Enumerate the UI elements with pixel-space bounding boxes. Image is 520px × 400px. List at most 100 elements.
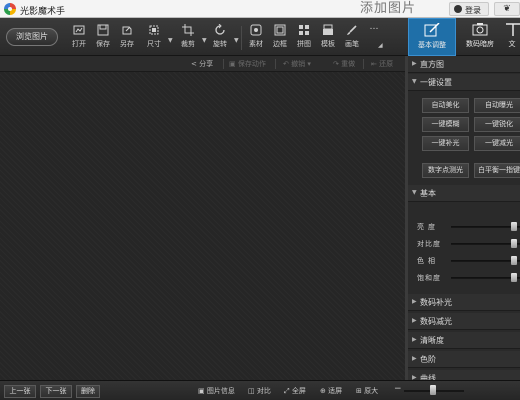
rotate-icon [215,24,225,35]
section-digital-reduce-light[interactable]: ▶ 数码减光 [408,313,520,330]
save-as-button[interactable]: 另存 [115,24,139,54]
resize-button[interactable]: 尺寸 [142,24,166,54]
share-button[interactable]: < 分享 [191,59,213,69]
digital-spot-metering-button[interactable]: 数字点测光 [422,163,469,178]
slider-thumb[interactable] [511,239,518,248]
original-size-button[interactable]: ⊞ 原大 [356,386,378,396]
compare-button[interactable]: ◫ 对比 [248,386,271,396]
hue-slider[interactable]: 色相 [408,254,520,268]
auto-beautify-button[interactable]: 自动美化 [422,98,469,113]
zoom-slider-thumb[interactable] [429,385,436,395]
rotate-button[interactable]: 旋转 [208,24,232,54]
border-button[interactable]: 边框 [268,24,292,54]
template-button[interactable]: 模板 [316,24,340,54]
original-size-icon: ⊞ [356,387,362,395]
fullscreen-button[interactable]: ⤢ 全屏 [284,386,306,396]
zoom-out-button[interactable]: − [394,384,402,394]
save-button[interactable]: 保存 [91,24,115,54]
tool-label: 素材 [249,40,263,48]
fit-label: 适屏 [328,387,343,395]
one-click-blur-button[interactable]: 一键模糊 [422,117,469,132]
undo-dropdown-caret[interactable]: ▾ [307,60,311,68]
next-image-button[interactable]: 下一张 [40,385,72,398]
section-curves[interactable]: ▶ 曲线 [408,370,520,380]
delete-image-button[interactable]: 删除 [76,385,100,398]
collage-icon [299,25,309,35]
compare-icon: ◫ [248,387,255,395]
tool-label: 画笔 [345,40,359,48]
slider-thumb[interactable] [511,256,518,265]
brush-icon [347,25,357,35]
section-basic[interactable]: ▼ 基本 [408,185,520,202]
fit-icon: ⊕ [320,387,326,395]
adjust-panel: ▶ 直方图 ▼ 一键设置 自动美化 自动曝光 一键模糊 一键锐化 一键补光 一键… [408,56,520,380]
tab-text[interactable]: 文 [504,18,520,56]
open-icon [73,25,85,35]
tab-label: 基本调整 [418,41,446,49]
text-icon [506,23,520,36]
collage-button[interactable]: 拼图 [292,24,316,54]
resize-dropdown-caret[interactable]: ▼ [168,37,173,44]
undo-button[interactable]: ↶ 撤销 ▾ [283,59,311,69]
toolbar-divider [241,26,242,50]
slider-track[interactable] [451,226,520,228]
image-info-button[interactable]: ▣ 图片信息 [198,386,235,396]
undo-icon: ↶ [283,60,289,68]
section-histogram[interactable]: ▶ 直方图 [408,56,520,73]
brightness-slider[interactable]: 亮度 [408,220,520,234]
skin-button[interactable]: ❦ [494,2,520,16]
tab-digital-darkroom[interactable]: 数码暗房 [456,18,504,56]
material-icon [250,24,262,36]
section-digital-fill-light[interactable]: ▶ 数码补光 [408,294,520,311]
browse-images-button[interactable]: 浏览图片 [6,28,58,46]
reset-label: 还原 [379,60,394,68]
slider-thumb[interactable] [511,222,518,231]
action-divider [223,59,224,69]
slider-track[interactable] [451,260,520,262]
section-levels[interactable]: ▶ 色阶 [408,351,520,368]
fit-screen-button[interactable]: ⊕ 适屏 [320,386,342,396]
tool-label: 模板 [321,40,335,48]
info-icon: ▣ [198,387,205,395]
reset-button[interactable]: ⇤ 还原 [371,59,393,69]
one-click-reduce-light-button[interactable]: 一键减光 [474,136,520,151]
section-label: 清晰度 [420,336,444,345]
one-click-sharpen-button[interactable]: 一键锐化 [474,117,520,132]
tab-basic-adjust[interactable]: 基本调整 [408,18,456,56]
redo-label: 重做 [341,60,356,68]
rotate-dropdown-caret[interactable]: ▼ [234,37,239,44]
one-click-fill-light-button[interactable]: 一键补光 [422,136,469,151]
saturation-slider[interactable]: 饱和度 [408,271,520,285]
save-action-button[interactable]: ▣ 保存动作 [229,59,266,69]
slider-track[interactable] [451,277,520,279]
slider-label: 色相 [417,257,439,265]
image-canvas[interactable] [0,72,405,380]
background-window-text: 添加图片 [360,1,417,16]
more-dropdown-caret[interactable]: ◢ [378,42,383,49]
section-one-click[interactable]: ▼ 一键设置 [408,74,520,91]
slider-thumb[interactable] [511,273,518,282]
redo-button[interactable]: ↷ 重做 [333,59,355,69]
crop-dropdown-caret[interactable]: ▼ [202,37,207,44]
app-logo-icon [4,3,16,15]
login-button[interactable]: 登录 [449,2,489,16]
prev-image-button[interactable]: 上一张 [4,385,36,398]
slider-track[interactable] [451,243,520,245]
border-icon [274,24,286,36]
auto-exposure-button[interactable]: 自动曝光 [474,98,520,113]
reset-icon: ⇤ [371,60,377,68]
undo-label: 撤销 [291,60,306,68]
material-button[interactable]: 素材 [244,24,268,54]
save-icon [97,24,109,36]
more-tools-button[interactable]: … [362,22,386,54]
section-clarity[interactable]: ▶ 清晰度 [408,332,520,349]
tab-label: 文 [508,40,516,48]
action-divider [363,59,364,69]
crop-button[interactable]: 裁剪 [176,24,200,54]
open-button[interactable]: 打开 [67,24,91,54]
user-icon [454,5,462,13]
save-action-icon: ▣ [229,60,236,68]
brush-button[interactable]: 画笔 [340,24,364,54]
contrast-slider[interactable]: 对比度 [408,237,520,251]
white-balance-button[interactable]: 白平衡一指键 [474,163,520,178]
